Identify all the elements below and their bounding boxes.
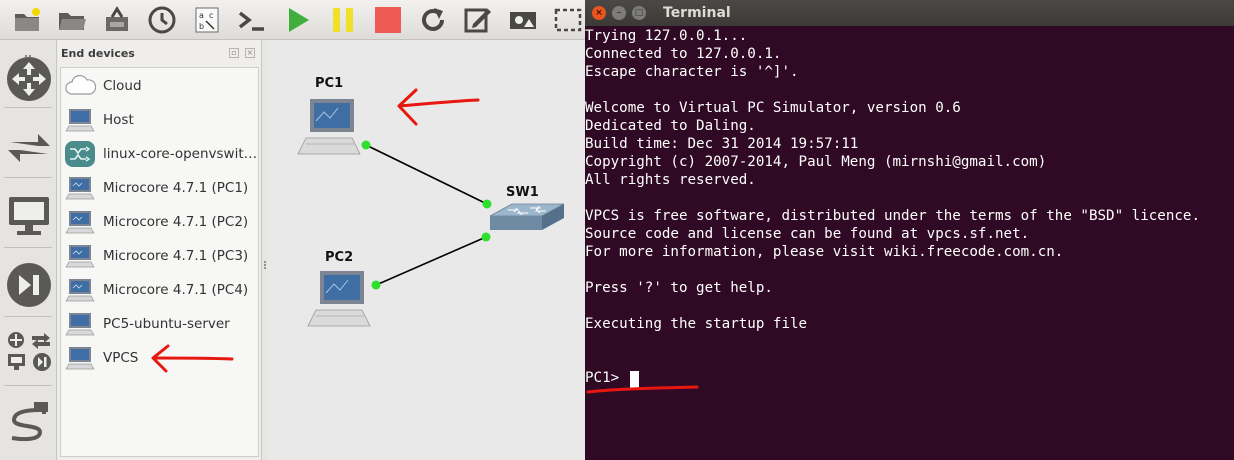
terminal-line: VPCS is free software, distributed under… [585,208,1200,224]
clock-icon[interactable] [145,3,178,37]
security-devices-icon[interactable] [6,262,52,308]
terminal-line: Press '?' to get help. [585,280,773,296]
pc-icon [63,275,97,305]
topology-canvas[interactable]: PC1 PC2 SW1 [268,40,586,460]
cloud-icon [63,71,97,101]
pc-icon [63,241,97,271]
pc-icon [63,309,97,339]
grip-icon [25,43,31,57]
terminal-cursor [630,371,639,388]
svg-text:c: c [209,11,213,20]
terminal-output[interactable]: Trying 127.0.0.1... Connected to 127.0.0… [585,28,1234,460]
select-rect-icon[interactable] [552,3,585,37]
all-devices-icon[interactable] [6,330,52,374]
link-pc1-sw1 [365,144,488,205]
terminal-line: For more information, please visit wiki.… [585,244,1064,260]
switches-icon[interactable] [6,126,52,172]
window-close-button[interactable]: × [592,6,606,20]
terminal-line: Copyright (c) 2007-2014, Paul Meng (mirn… [585,154,1047,170]
terminal-prompt[interactable]: PC1> [585,370,628,386]
pc-icon [297,99,361,155]
pause-icon[interactable] [326,3,359,37]
list-item-vpcs[interactable]: VPCS [61,341,258,375]
pc-icon [307,271,371,327]
end-devices-dock: End devices ▫ × Cloud Host linux-core-op… [58,40,262,460]
main-toolbar: acb [0,0,585,40]
terminal-line: Escape character is '^]'. [585,64,799,80]
node-sw1[interactable] [486,202,566,246]
window-minimize-button[interactable]: – [612,6,626,20]
pc-icon [63,343,97,373]
dock-title: End devices [61,47,135,60]
open-project-icon[interactable] [55,3,88,37]
svg-text:a: a [199,11,204,20]
switch-icon [489,203,565,230]
screen: acb End devices ▫ × Cloud Host linux-cor… [0,0,1234,460]
annotate-icon[interactable] [462,3,495,37]
terminal-titlebar[interactable]: × – □ Terminal [585,0,1234,26]
node-pc2[interactable] [306,268,376,334]
pc-icon [63,173,97,203]
link-pc2-sw1 [375,236,487,286]
new-project-icon[interactable] [10,3,43,37]
list-item-microcore-pc3[interactable]: Microcore 4.7.1 (PC3) [61,239,258,273]
list-item-host[interactable]: Host [61,103,258,137]
device-list: Cloud Host linux-core-openvswit… Microco… [60,67,259,457]
node-label-pc2[interactable]: PC2 [325,250,353,265]
window-title: Terminal [663,5,731,21]
terminal-line: Connected to 127.0.0.1. [585,46,782,62]
node-label-sw1[interactable]: SW1 [506,185,539,200]
end-devices-icon[interactable] [6,193,52,239]
dock-close-button[interactable]: × [245,48,255,58]
list-item-linux-core-openvswitch[interactable]: linux-core-openvswit… [61,137,258,171]
stop-icon[interactable] [371,3,404,37]
terminal-window[interactable]: × – □ Terminal Trying 127.0.0.1... Conne… [585,0,1234,460]
reload-icon[interactable] [416,3,449,37]
svg-text:b: b [199,22,204,31]
terminal-line: Trying 127.0.0.1... [585,28,748,44]
terminal-line: Source code and license can be found at … [585,226,1030,242]
terminal-line: Executing the startup file [585,316,808,332]
dock-float-button[interactable]: ▫ [229,48,239,58]
list-item-microcore-pc4[interactable]: Microcore 4.7.1 (PC4) [61,273,258,307]
host-icon [63,105,97,135]
node-label-pc1[interactable]: PC1 [315,76,343,91]
save-snapshot-icon[interactable] [100,3,133,37]
node-pc1[interactable] [296,96,366,162]
switch-router-icon [63,139,97,169]
terminal-line: Build time: Dec 31 2014 19:57:11 [585,136,859,152]
device-type-bar [0,40,57,460]
list-item-pc5-ubuntu-server[interactable]: PC5-ubuntu-server [61,307,258,341]
terminal-line: Welcome to Virtual PC Simulator, version… [585,100,961,116]
terminal-line: All rights reserved. [585,172,756,188]
add-link-icon[interactable] [6,398,52,444]
routers-icon[interactable] [6,56,52,102]
window-maximize-button[interactable]: □ [632,6,646,20]
list-item-microcore-pc2[interactable]: Microcore 4.7.1 (PC2) [61,205,258,239]
console-icon[interactable] [236,3,269,37]
start-icon[interactable] [281,3,314,37]
terminal-line: Dedicated to Daling. [585,118,756,134]
text-editor-icon[interactable]: acb [191,3,224,37]
list-item-microcore-pc1[interactable]: Microcore 4.7.1 (PC1) [61,171,258,205]
screenshot-icon[interactable] [507,3,540,37]
pc-icon [63,207,97,237]
list-item-cloud[interactable]: Cloud [61,69,258,103]
